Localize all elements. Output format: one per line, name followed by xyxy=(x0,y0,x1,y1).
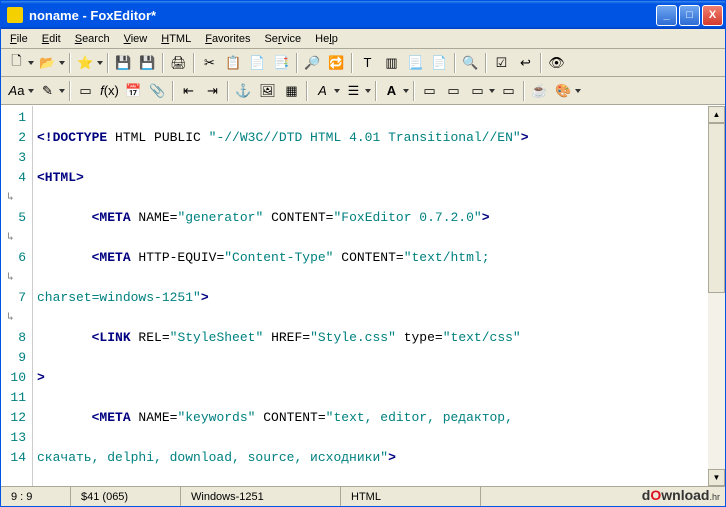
maximize-button[interactable]: □ xyxy=(679,5,700,26)
line-number: 12 xyxy=(1,408,26,428)
wrap-button[interactable]: ↩ xyxy=(514,51,537,74)
preview-button[interactable]: ☕ xyxy=(528,79,551,102)
line-number: 3 xyxy=(1,148,26,168)
fontcolor-button[interactable]: A xyxy=(380,79,410,102)
colors-button[interactable]: 🎨 xyxy=(552,79,582,102)
status-language: HTML xyxy=(341,487,481,506)
find-button[interactable]: 🔎 xyxy=(301,51,324,74)
line-number: 1 xyxy=(1,108,26,128)
menu-file[interactable]: File xyxy=(3,31,35,47)
image-button[interactable]: 🖼 xyxy=(256,79,279,102)
line-number: 2 xyxy=(1,128,26,148)
line-number: 13 xyxy=(1,428,26,448)
code-area[interactable]: <!DOCTYPE HTML PUBLIC "-//W3C//DTD HTML … xyxy=(33,106,708,486)
line-number: 8 xyxy=(1,328,26,348)
open-button[interactable]: 📂 xyxy=(36,51,66,74)
line-number: 11 xyxy=(1,388,26,408)
wrap-indicator xyxy=(1,228,26,248)
line-number: 9 xyxy=(1,348,26,368)
vertical-scrollbar[interactable]: ▲ ▼ xyxy=(708,106,725,486)
line-number: 7 xyxy=(1,288,26,308)
save-all-button[interactable]: 💾 xyxy=(136,51,159,74)
minimize-button[interactable]: _ xyxy=(656,5,677,26)
page-button[interactable]: 📄 xyxy=(428,51,451,74)
save-button[interactable]: 💾 xyxy=(112,51,135,74)
document-button[interactable]: 📃 xyxy=(404,51,427,74)
line-number: 10 xyxy=(1,368,26,388)
statusbar: 9 : 9 $41 (065) Windows-1251 HTML xyxy=(1,486,725,506)
line-number: 6 xyxy=(1,248,26,268)
scroll-down-button[interactable]: ▼ xyxy=(708,469,725,486)
list-button[interactable]: ☰ xyxy=(342,79,372,102)
function-button[interactable]: f(x) xyxy=(98,79,121,102)
titlebar: noname - FoxEditor* _ □ X xyxy=(1,1,725,29)
scroll-thumb[interactable] xyxy=(708,123,725,293)
view-button[interactable]: 👁 xyxy=(545,51,568,74)
toolbar-2: Aa ✎ ▭ f(x) 📅 📎 ⇤ ⇥ ⚓ 🖼 ▦ A ☰ A ▭ ▭ ▭ ▭ … xyxy=(1,77,725,105)
checklist-button[interactable]: ☑ xyxy=(490,51,513,74)
line-gutter: 1 2 3 4 5 6 7 8 9 10 11 12 13 14 xyxy=(1,106,33,486)
status-position: 9 : 9 xyxy=(1,487,71,506)
line-number: 14 xyxy=(1,448,26,468)
cut-button[interactable]: ✂ xyxy=(198,51,221,74)
window-title: noname - FoxEditor* xyxy=(27,8,656,23)
watermark: dOwnload.hr xyxy=(642,487,720,503)
status-encoding: Windows-1251 xyxy=(181,487,341,506)
new-button[interactable]: 🗋 xyxy=(5,51,35,74)
menubar: File Edit Search View HTML Favorites Ser… xyxy=(1,29,725,49)
line-number: 5 xyxy=(1,208,26,228)
text-tool-button[interactable]: T xyxy=(356,51,379,74)
outdent-button[interactable]: ⇤ xyxy=(177,79,200,102)
format-button[interactable]: A xyxy=(311,79,341,102)
font-button[interactable]: Aa xyxy=(5,79,35,102)
menu-search[interactable]: Search xyxy=(68,31,117,47)
menu-edit[interactable]: Edit xyxy=(35,31,68,47)
search-button[interactable]: 🔍 xyxy=(459,51,482,74)
menu-service[interactable]: Service xyxy=(257,31,308,47)
panel-1-button[interactable]: ▭ xyxy=(418,79,441,102)
anchor-button[interactable]: ⚓ xyxy=(232,79,255,102)
panel-4-button[interactable]: ▭ xyxy=(497,79,520,102)
panel-3-button[interactable]: ▭ xyxy=(466,79,496,102)
panel-2-button[interactable]: ▭ xyxy=(442,79,465,102)
wrap-indicator xyxy=(1,268,26,288)
scroll-up-button[interactable]: ▲ xyxy=(708,106,725,123)
table-button[interactable]: ▦ xyxy=(280,79,303,102)
app-icon xyxy=(7,7,23,23)
toggle-1-button[interactable]: ▥ xyxy=(380,51,403,74)
menu-help[interactable]: Help xyxy=(308,31,345,47)
wrap-indicator xyxy=(1,308,26,328)
replace-button[interactable]: 🔁 xyxy=(325,51,348,74)
copy-button[interactable]: 📋 xyxy=(222,51,245,74)
paste-button[interactable]: 📄 xyxy=(246,51,269,74)
menu-html[interactable]: HTML xyxy=(154,31,198,47)
menu-favorites[interactable]: Favorites xyxy=(198,31,257,47)
insert-button[interactable]: 📎 xyxy=(146,79,169,102)
date-button[interactable]: 📅 xyxy=(122,79,145,102)
status-char: $41 (065) xyxy=(71,487,181,506)
line-number: 4 xyxy=(1,168,26,188)
close-button[interactable]: X xyxy=(702,5,723,26)
indent-button[interactable]: ⇥ xyxy=(201,79,224,102)
form-button[interactable]: ▭ xyxy=(74,79,97,102)
paste-special-button[interactable]: 📑 xyxy=(270,51,293,74)
toolbar-1: 🗋 📂 ⭐ 💾 💾 🖨 ✂ 📋 📄 📑 🔎 🔁 T ▥ 📃 📄 🔍 ☑ ↩ 👁 xyxy=(1,49,725,77)
wrap-indicator xyxy=(1,188,26,208)
print-button[interactable]: 🖨 xyxy=(167,51,190,74)
editor-area: 1 2 3 4 5 6 7 8 9 10 11 12 13 14 <!DOCTY… xyxy=(1,105,725,486)
favorites-button[interactable]: ⭐ xyxy=(74,51,104,74)
menu-view[interactable]: View xyxy=(117,31,155,47)
highlight-button[interactable]: ✎ xyxy=(36,79,66,102)
